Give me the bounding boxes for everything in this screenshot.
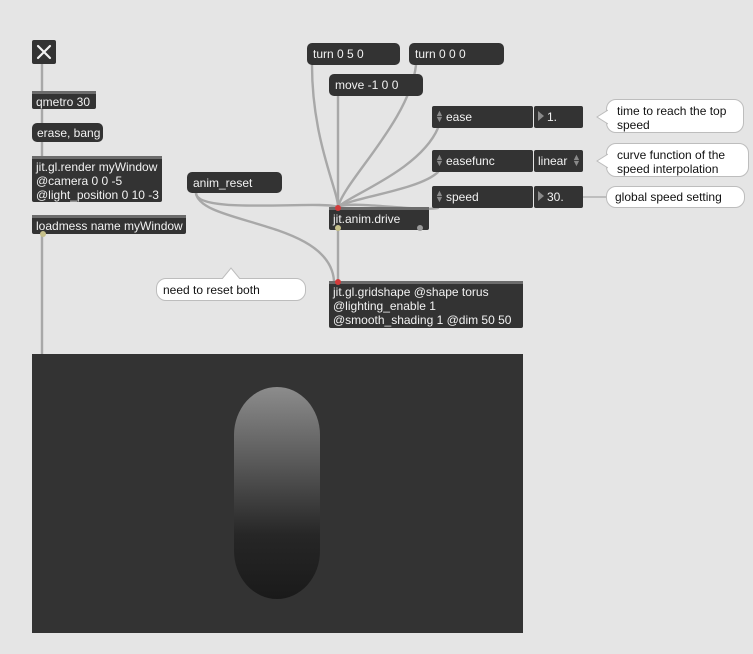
inlet-bar[interactable]	[329, 207, 429, 210]
outlet-port-right[interactable]	[417, 225, 423, 231]
loadmess-object[interactable]: loadmess name myWindow	[32, 215, 186, 237]
easefunc-menu[interactable]: linear ▲ ▼	[534, 150, 583, 172]
render-label: jit.gl.render myWindow @camera 0 0 -5 @l…	[36, 160, 159, 202]
outlet-port[interactable]	[335, 225, 341, 231]
bubble-pointer-icon	[221, 267, 241, 279]
inlet-bar[interactable]	[329, 281, 523, 284]
anim-reset-message[interactable]: anim_reset	[187, 172, 282, 193]
torus-shape	[234, 387, 320, 599]
jit-gl-render-object[interactable]: jit.gl.render myWindow @camera 0 0 -5 @l…	[32, 156, 162, 202]
attrui-speed-label: speed	[446, 190, 479, 204]
erase-bang-message[interactable]: erase, bang	[32, 123, 103, 142]
erase-bang-label: erase, bang	[37, 126, 101, 140]
comment-ease: time to reach the top speed	[596, 99, 744, 133]
comment-reset-text: need to reset both	[163, 283, 260, 297]
outlet-port[interactable]	[40, 231, 46, 237]
ease-value-box[interactable]: 1.	[534, 106, 583, 128]
patcher-canvas[interactable]: qmetro 30 erase, bang jit.gl.render myWi…	[0, 0, 753, 654]
cord-ease-drive	[336, 126, 440, 209]
attrui-easefunc-label: easefunc	[446, 154, 495, 168]
number-triangle-icon	[538, 191, 544, 201]
cord-reset-gridshape	[194, 191, 336, 283]
inlet-bar[interactable]	[32, 215, 186, 218]
inlet-bar[interactable]	[32, 156, 162, 159]
speed-value: 30.	[547, 190, 564, 204]
attrui-easefunc[interactable]: ▲ ▼ easefunc	[432, 150, 533, 172]
inlet-bar[interactable]	[32, 91, 96, 94]
turn-050-label: turn 0 5 0	[313, 47, 364, 61]
updown-arrow-icon: ▲ ▼	[435, 108, 444, 124]
x-icon	[36, 44, 52, 60]
cord-easefunc-drive	[336, 170, 440, 209]
speed-value-box[interactable]: 30.	[534, 186, 583, 208]
updown-arrow-icon: ▲ ▼	[435, 188, 444, 204]
comment-ease-text: time to reach the top speed	[617, 104, 727, 132]
anim-reset-label: anim_reset	[193, 176, 253, 190]
move-label: move -1 0 0	[335, 78, 399, 92]
bubble-pointer-icon	[596, 153, 608, 169]
comment-easefunc-text: curve function of the speed interpolatio…	[617, 148, 726, 176]
toggle[interactable]	[32, 40, 56, 64]
comment-speed: global speed setting	[606, 186, 745, 208]
comment-reset: need to reset both	[156, 267, 306, 301]
render-window[interactable]	[32, 354, 523, 633]
qmetro-object[interactable]: qmetro 30	[32, 91, 96, 109]
turn-000-message[interactable]: turn 0 0 0	[409, 43, 504, 65]
move-message[interactable]: move -1 0 0	[329, 74, 423, 96]
cord-reset-drive	[194, 191, 340, 209]
turn-050-message[interactable]: turn 0 5 0	[307, 43, 400, 65]
number-triangle-icon	[538, 111, 544, 121]
comment-easefunc: curve function of the speed interpolatio…	[596, 143, 749, 177]
gridshape-label: jit.gl.gridshape @shape torus @lighting_…	[333, 285, 512, 327]
menu-arrow-icon: ▲ ▼	[572, 152, 581, 168]
turn-000-label: turn 0 0 0	[415, 47, 466, 61]
attrui-ease[interactable]: ▲ ▼ ease	[432, 106, 533, 128]
attrui-ease-label: ease	[446, 110, 473, 124]
attrui-speed[interactable]: ▲ ▼ speed	[432, 186, 533, 208]
inlet-port[interactable]	[335, 279, 341, 285]
bubble-pointer-icon	[596, 109, 608, 125]
comment-speed-text: global speed setting	[615, 190, 722, 204]
updown-arrow-icon: ▲ ▼	[435, 152, 444, 168]
jit-gl-gridshape-object[interactable]: jit.gl.gridshape @shape torus @lighting_…	[329, 279, 523, 328]
ease-value: 1.	[547, 110, 558, 124]
easefunc-value: linear	[538, 154, 568, 168]
torus-render	[234, 387, 320, 599]
inlet-port[interactable]	[335, 205, 341, 211]
jit-anim-drive-object[interactable]: jit.anim.drive	[329, 205, 429, 231]
